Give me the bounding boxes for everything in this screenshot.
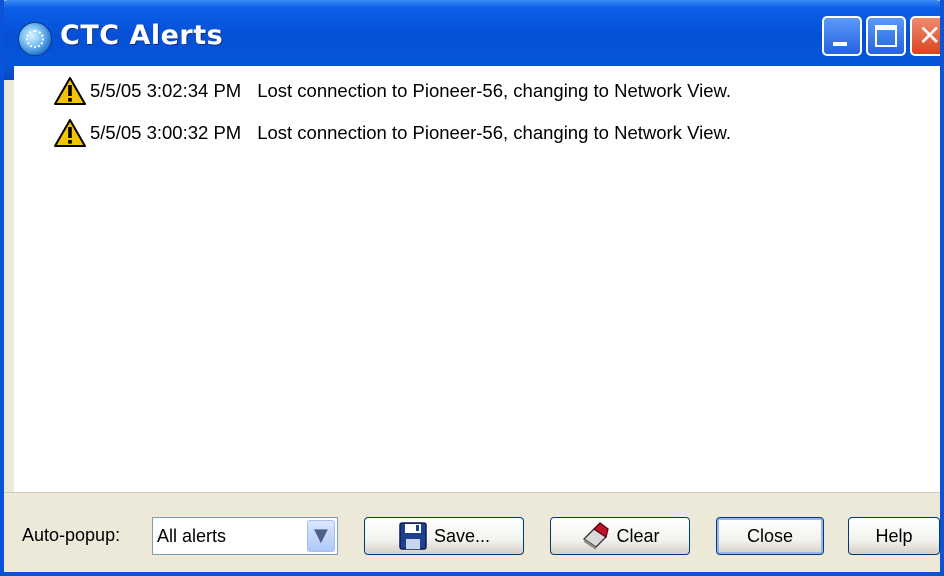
ctc-alerts-window: CTC Alerts ✕ 5/5/05 3:02:34 PM Lost conn…	[0, 0, 944, 576]
close-icon: ✕	[918, 19, 942, 52]
help-label: Help	[875, 525, 913, 546]
save-button[interactable]: Save...	[364, 517, 524, 555]
alert-item[interactable]: 5/5/05 3:00:32 PM Lost connection to Pio…	[54, 116, 731, 150]
save-label: Save...	[433, 525, 491, 546]
minimize-button[interactable]	[822, 16, 862, 56]
eraser-icon	[583, 522, 610, 550]
dropdown-arrow-button[interactable]: ▼	[307, 520, 335, 552]
window-title: CTC Alerts	[60, 20, 224, 51]
clear-label: Clear	[616, 525, 660, 546]
close-button[interactable]: Close	[716, 517, 824, 555]
maximize-button[interactable]	[866, 16, 906, 56]
warning-icon	[54, 77, 86, 105]
chevron-down-icon: ▼	[314, 525, 328, 546]
alert-message: Lost connection to Pioneer-56, changing …	[257, 122, 731, 143]
ctc-app-icon	[18, 22, 52, 56]
help-button[interactable]: Help	[848, 517, 940, 555]
auto-popup-label: Auto-popup:	[22, 525, 121, 545]
auto-popup-select[interactable]: All alerts ▼	[152, 517, 338, 555]
auto-popup-value: All alerts	[157, 526, 227, 546]
minimize-icon	[833, 42, 847, 46]
close-label: Close	[746, 525, 794, 546]
alert-item[interactable]: 5/5/05 3:02:34 PM Lost connection to Pio…	[54, 74, 731, 108]
warning-icon	[54, 119, 86, 147]
maximize-icon	[875, 25, 897, 47]
alert-timestamp: 5/5/05 3:02:34 PM	[90, 80, 242, 101]
floppy-disk-icon	[399, 522, 427, 550]
alert-timestamp: 5/5/05 3:00:32 PM	[90, 122, 242, 143]
footer-bar: Auto-popup: All alerts ▼ Save... Clear C…	[4, 492, 940, 572]
close-window-button[interactable]: ✕	[910, 16, 942, 56]
alerts-list[interactable]: 5/5/05 3:02:34 PM Lost connection to Pio…	[14, 66, 940, 492]
clear-button[interactable]: Clear	[550, 517, 690, 555]
alert-message: Lost connection to Pioneer-56, changing …	[257, 80, 731, 101]
